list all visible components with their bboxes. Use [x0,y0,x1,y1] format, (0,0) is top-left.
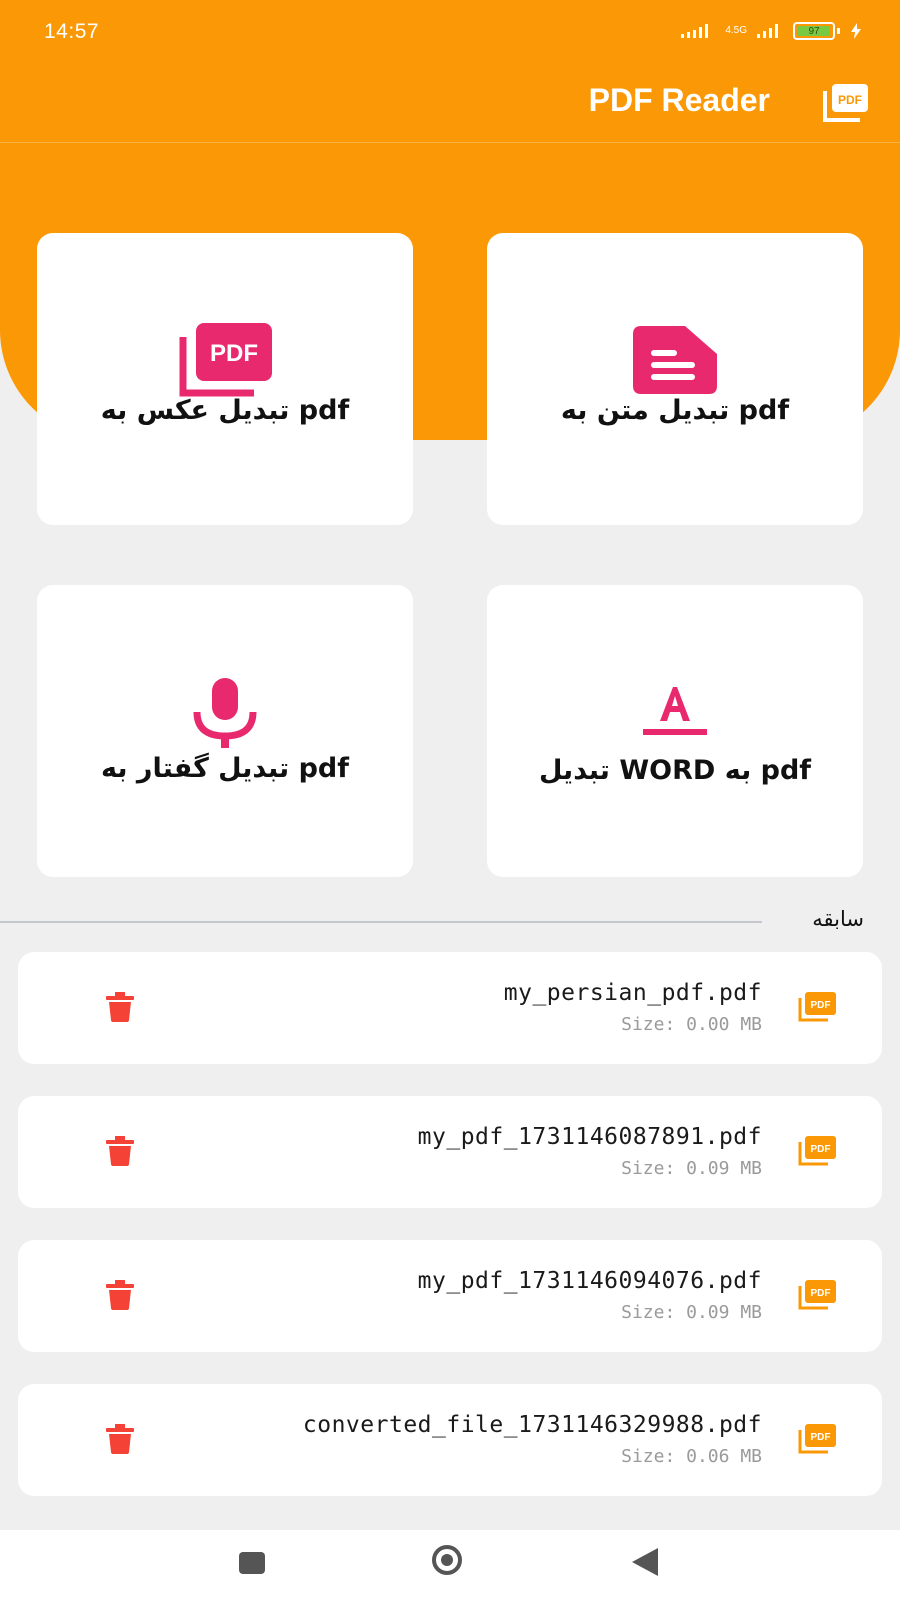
network-type: 4.5G [725,25,747,36]
list-item[interactable]: my_pdf_1731146094076.pdf Size: 0.09 MB P… [18,1240,882,1352]
battery-icon: 97 [793,22,835,40]
app-bar: PDF Reader PDF [0,70,900,143]
delete-icon[interactable] [106,1424,134,1454]
svg-text:PDF: PDF [838,93,862,107]
svg-text:PDF: PDF [811,1144,831,1155]
file-size: Size: 0.06 MB [621,1446,762,1467]
system-nav-bar [0,1530,900,1600]
file-size: Size: 0.09 MB [621,1302,762,1323]
signal-icon [757,24,778,38]
status-indicators: 4.5G 97 [681,22,862,40]
image-to-pdf-card[interactable]: PDF تبدیل عکس به pdf [37,233,413,525]
file-name: my_pdf_1731146094076.pdf [417,1268,762,1294]
delete-icon[interactable] [106,1136,134,1166]
pdf-files-icon: PDF [179,323,272,397]
image-to-pdf-label: تبدیل عکس به pdf [100,395,350,426]
pdf-files-icon: PDF [823,84,868,122]
signal-icon [681,24,709,38]
delete-icon[interactable] [106,1280,134,1310]
file-size: Size: 0.09 MB [621,1158,762,1179]
file-size: Size: 0.00 MB [621,1014,762,1035]
divider [0,921,762,923]
history-header: سابقه [0,895,900,931]
text-to-pdf-card[interactable]: تبدیل متن به pdf [487,233,863,525]
svg-text:PDF: PDF [811,1288,831,1299]
list-item[interactable]: my_pdf_1731146087891.pdf Size: 0.09 MB P… [18,1096,882,1208]
text-to-pdf-label: تبدیل متن به pdf [560,395,790,426]
svg-text:PDF: PDF [210,340,258,367]
pdf-files-icon: PDF [798,992,836,1022]
speech-to-pdf-card[interactable]: تبدیل گفتار به pdf [37,585,413,877]
file-name: my_persian_pdf.pdf [503,980,762,1006]
microphone-icon [193,678,257,748]
svg-text:PDF: PDF [811,1432,831,1443]
status-time: 14:57 [44,20,100,43]
back-button[interactable] [632,1548,658,1576]
word-to-pdf-label: تبدیل WORD به pdf [538,755,812,786]
pdf-files-icon: PDF [798,1136,836,1166]
file-name: converted_file_1731146329988.pdf [302,1412,762,1438]
status-bar: 14:57 4.5G 97 [0,0,900,70]
battery-percent: 97 [808,25,820,37]
home-icon [441,1554,453,1566]
file-name: my_pdf_1731146087891.pdf [417,1124,762,1150]
app-title: PDF Reader [588,82,770,118]
delete-icon[interactable] [106,992,134,1022]
list-item[interactable]: my_persian_pdf.pdf Size: 0.00 MB PDF [18,952,882,1064]
pdf-files-icon: PDF [798,1424,836,1454]
speech-to-pdf-label: تبدیل گفتار به pdf [101,753,349,784]
svg-text:PDF: PDF [811,1000,831,1011]
recents-button[interactable] [239,1552,265,1574]
document-text-icon [633,326,717,394]
battery-tip [837,28,840,34]
pdf-files-icon: PDF [798,1280,836,1310]
list-item[interactable]: converted_file_1731146329988.pdf Size: 0… [18,1384,882,1496]
text-format-icon [643,687,707,735]
charging-icon [851,23,861,39]
word-to-pdf-card[interactable]: تبدیل WORD به pdf [487,585,863,877]
history-title: سابقه [812,907,864,931]
